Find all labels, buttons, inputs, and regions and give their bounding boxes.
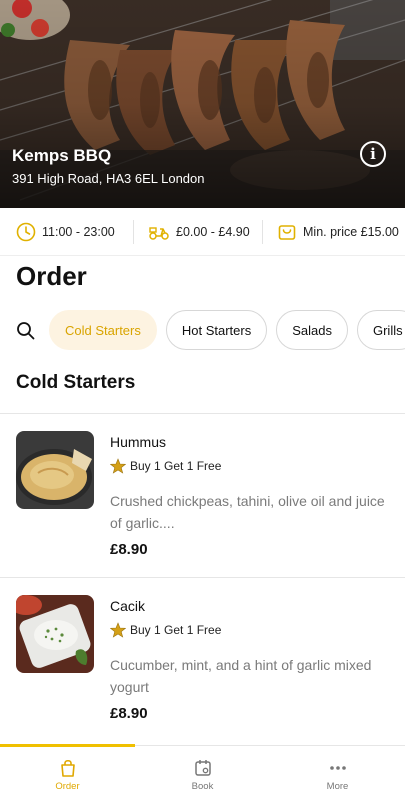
section-title: Cold Starters (16, 372, 136, 393)
promo-text: Buy 1 Get 1 Free (130, 623, 222, 637)
opening-hours: 11:00 - 23:00 (0, 208, 133, 255)
restaurant-address: 391 High Road, HA3 6EL London (12, 171, 205, 186)
category-chip-salads[interactable]: Salads (276, 310, 348, 350)
bottom-nav: Order Book More (0, 744, 405, 800)
star-icon (110, 622, 126, 638)
page-title: Order (16, 261, 87, 291)
nav-label: Book (191, 781, 214, 792)
item-image (16, 431, 94, 509)
calendar-icon (194, 760, 211, 776)
promo-badge: Buy 1 Get 1 Free (110, 622, 221, 638)
item-image (16, 595, 94, 673)
promo-text: Buy 1 Get 1 Free (130, 459, 222, 473)
restaurant-name: Kemps BBQ (12, 146, 112, 165)
promo-badge: Buy 1 Get 1 Free (110, 458, 221, 474)
nav-label: Order (55, 781, 80, 792)
scooter-icon (149, 226, 169, 240)
star-icon (110, 458, 126, 474)
hours-text: 11:00 - 23:00 (42, 224, 115, 239)
menu-item-cacik[interactable]: Cacik Buy 1 Get 1 Free Cucumber, mint, a… (0, 578, 405, 743)
nav-tab-order[interactable]: Order (0, 746, 135, 800)
min-price-text: Min. price £15.00 (303, 224, 399, 239)
nav-tab-book[interactable]: Book (135, 746, 270, 800)
item-name: Cacik (110, 598, 146, 614)
nav-label: More (326, 781, 349, 792)
menu-item-hummus[interactable]: Hummus Buy 1 Get 1 Free Crushed chickpea… (0, 414, 405, 577)
more-dots-icon (329, 766, 346, 770)
item-price: £8.90 (110, 541, 148, 558)
bag-icon (60, 759, 75, 777)
active-tab-indicator (0, 744, 135, 747)
item-description: Cucumber, mint, and a hint of garlic mix… (110, 657, 372, 695)
info-strip: 11:00 - 23:00 £0.00 - £4.90 Min. price £… (0, 208, 405, 256)
basket-icon (278, 224, 296, 240)
hero-banner: Kemps BBQ 391 High Road, HA3 6EL London … (0, 0, 405, 208)
item-description: Crushed chickpeas, tahini, olive oil and… (110, 493, 385, 531)
info-icon[interactable]: i (360, 141, 386, 167)
item-name: Hummus (110, 434, 167, 450)
item-price: £8.90 (110, 705, 148, 722)
search-icon[interactable] (16, 321, 35, 340)
clock-icon (16, 222, 36, 241)
min-price: Min. price £15.00 (263, 208, 405, 255)
category-chip-cold-starters[interactable]: Cold Starters (49, 310, 157, 350)
delivery-fee-text: £0.00 - £4.90 (176, 224, 250, 239)
category-chip-grills[interactable]: Grills (356, 310, 405, 350)
delivery-fee: £0.00 - £4.90 (134, 208, 262, 255)
category-chip-hot-starters[interactable]: Hot Starters (165, 310, 268, 350)
category-bar: Cold Starters Hot Starters Salads Grills (0, 310, 405, 350)
nav-tab-more[interactable]: More (270, 746, 405, 800)
